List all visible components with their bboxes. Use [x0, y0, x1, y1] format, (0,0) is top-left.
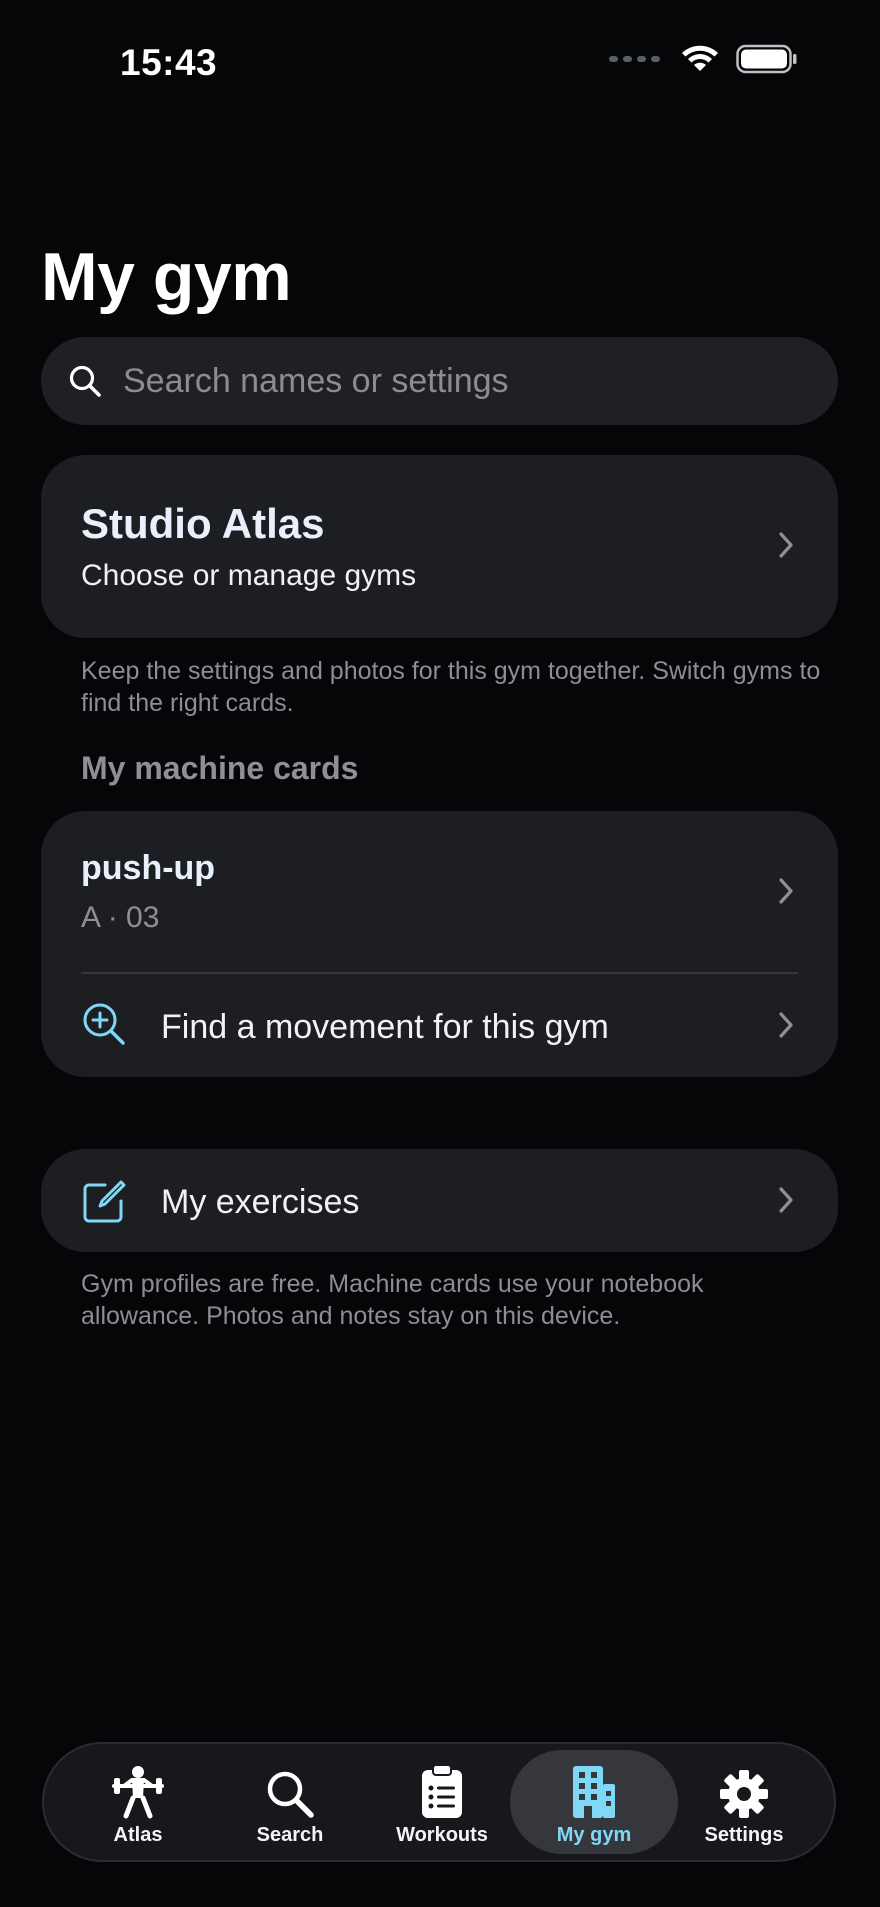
chevron-right-icon — [778, 877, 794, 905]
gym-name: Studio Atlas — [81, 500, 325, 547]
gym-subtitle: Choose or manage gyms — [81, 559, 417, 592]
search-icon — [67, 363, 103, 399]
machine-card-row[interactable]: push-up A · 03 — [41, 811, 838, 971]
section-header-machine-cards: My machine cards — [81, 750, 359, 786]
edit-icon — [81, 1179, 127, 1225]
tab-workouts[interactable]: Workouts — [358, 1750, 526, 1854]
tab-settings[interactable]: Settings — [660, 1750, 828, 1854]
tab-label: Workouts — [396, 1824, 488, 1846]
tab-label: Atlas — [113, 1824, 163, 1846]
tab-bar: Atlas Search Workouts My gym Settings — [42, 1742, 836, 1862]
search-bar[interactable] — [41, 337, 838, 425]
my-exercises-label: My exercises — [161, 1183, 360, 1221]
find-movement-row[interactable]: Find a movement for this gym — [41, 975, 838, 1077]
tab-label: My gym — [556, 1824, 632, 1846]
machine-card-code: A · 03 — [81, 901, 160, 934]
gym-footnote: Keep the settings and photos for this gy… — [81, 657, 821, 717]
chevron-right-icon — [778, 531, 794, 559]
page-title: My gym — [41, 239, 292, 315]
clipboard-icon — [419, 1760, 465, 1820]
weightlifter-icon — [110, 1760, 166, 1820]
divider — [81, 972, 798, 974]
cellular-signal-icon — [609, 56, 660, 62]
gym-selector-card[interactable]: Studio Atlas Choose or manage gyms — [41, 455, 838, 638]
tab-my-gym[interactable]: My gym — [510, 1750, 678, 1854]
chevron-right-icon — [778, 1011, 794, 1039]
screen: 15:43 My gym Studio Atlas Choose or m — [0, 0, 880, 1907]
tab-label: Search — [256, 1824, 324, 1846]
building-icon — [571, 1760, 617, 1820]
exercises-footnote: Gym profiles are free. Machine cards use… — [81, 1270, 704, 1330]
search-input[interactable] — [121, 360, 785, 402]
machine-card-name: push-up — [81, 849, 216, 887]
tab-label: Settings — [704, 1824, 784, 1846]
tab-search[interactable]: Search — [206, 1750, 374, 1854]
my-exercises-row[interactable]: My exercises — [41, 1149, 838, 1252]
chevron-right-icon — [778, 1186, 794, 1214]
tab-atlas[interactable]: Atlas — [54, 1750, 222, 1854]
zoom-in-search-icon — [81, 1001, 127, 1047]
status-time: 15:43 — [120, 42, 218, 83]
search-icon — [264, 1760, 316, 1820]
status-icons — [609, 44, 798, 74]
find-movement-label: Find a movement for this gym — [161, 1008, 609, 1046]
machine-cards-group: push-up A · 03 Find a movement for this … — [41, 811, 838, 1077]
wifi-icon — [682, 45, 718, 71]
battery-icon — [736, 44, 797, 74]
gear-icon — [718, 1760, 770, 1820]
